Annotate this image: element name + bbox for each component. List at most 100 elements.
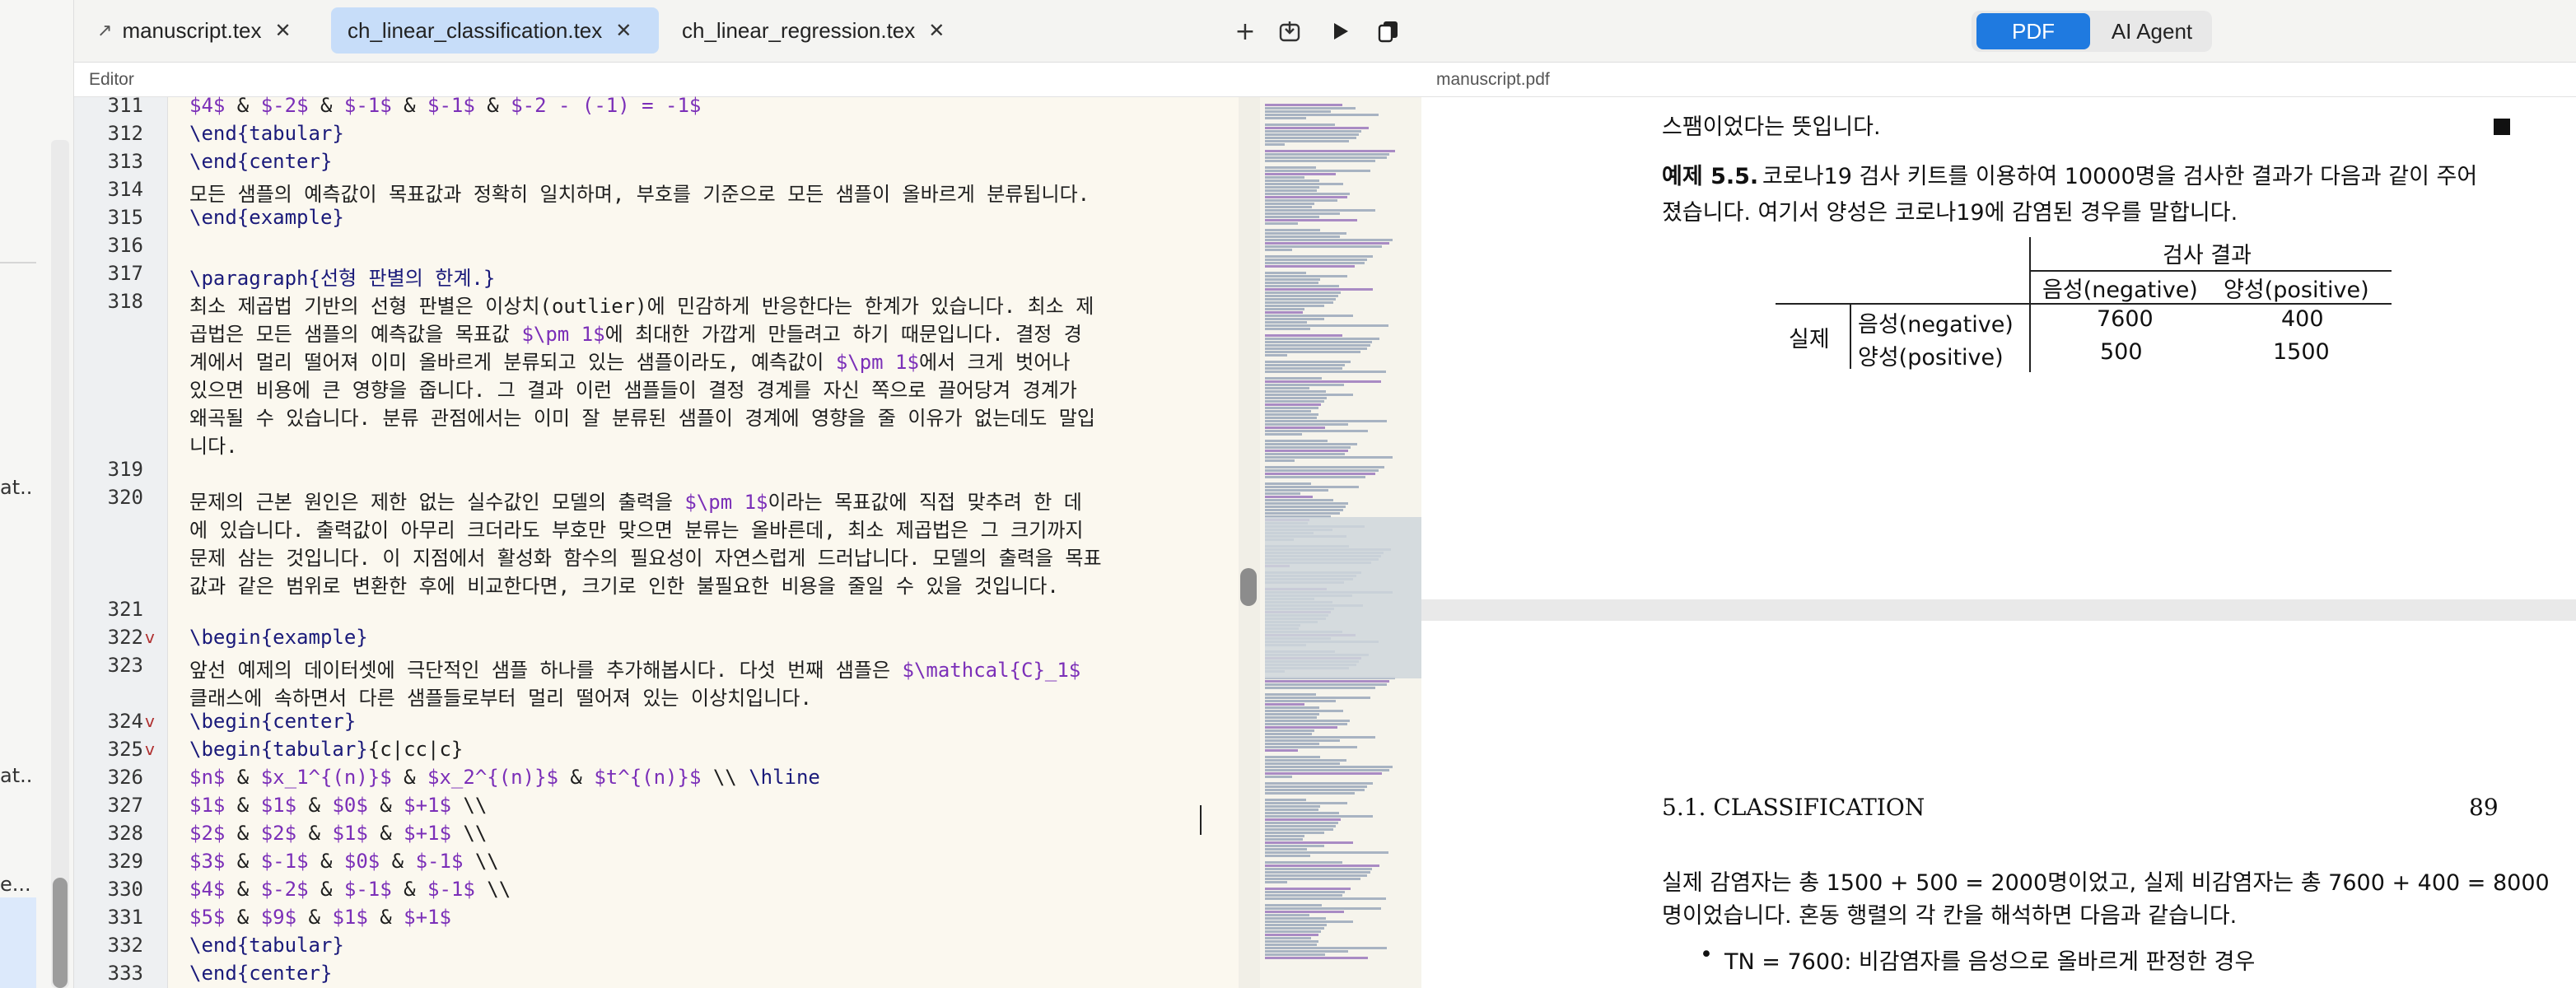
minimap-line xyxy=(1265,170,1370,172)
minimap-line xyxy=(1265,133,1360,136)
minimap-line xyxy=(1265,746,1357,748)
minimap-line xyxy=(1265,749,1299,752)
minimap-line xyxy=(1265,295,1339,297)
tab-label: manuscript.tex xyxy=(122,17,262,43)
line-number: 317 xyxy=(107,262,143,285)
sidebar-item[interactable]: at... xyxy=(0,764,33,787)
pdf-page[interactable] xyxy=(1421,621,2576,988)
minimap-line xyxy=(1265,957,1368,959)
minimap-line xyxy=(1265,743,1319,745)
minimap-viewport[interactable] xyxy=(1265,517,1421,678)
pdf-mode-button[interactable]: PDF xyxy=(1976,13,2090,49)
tab-label: ch_linear_regression.tex xyxy=(682,17,916,43)
code-line: 문제의 근본 원인은 제한 없는 실수값인 모델의 출력을 $\pm 1$이라는… xyxy=(189,491,1082,514)
close-icon[interactable]: ✕ xyxy=(275,19,292,43)
minimap-line xyxy=(1265,841,1354,844)
play-icon[interactable] xyxy=(1324,15,1357,48)
minimap-line xyxy=(1265,706,1319,709)
line-number: 316 xyxy=(107,234,143,257)
minimap-line xyxy=(1265,459,1295,462)
code-line: \end{example} xyxy=(189,206,344,229)
minimap-line xyxy=(1265,206,1313,208)
minimap-line xyxy=(1265,291,1342,294)
fold-toggle-icon[interactable]: v xyxy=(145,711,155,731)
line-number: 328 xyxy=(107,822,143,845)
pdf-text-line: 코로나19 검사 키트를 이용하여 10000명을 검사한 결과가 다음과 같이… xyxy=(1762,164,2478,189)
minimap-line xyxy=(1265,216,1319,218)
plus-icon[interactable]: + xyxy=(1229,15,1262,48)
code-line: $2$ & $2$ & $1$ & $+1$ \\ xyxy=(189,822,488,845)
fold-toggle-icon[interactable]: v xyxy=(145,739,155,759)
minimap-line xyxy=(1265,769,1390,771)
bullet-dot: • xyxy=(1700,942,1713,967)
minimap-line xyxy=(1265,838,1304,841)
editor-scrollbar[interactable] xyxy=(1239,97,1260,988)
minimap-line xyxy=(1265,397,1327,399)
minimap-line xyxy=(1265,930,1322,933)
minimap-line xyxy=(1265,802,1348,804)
tab-manuscript[interactable]: ↗ manuscript.tex ✕ xyxy=(86,7,324,54)
page-number: 89 xyxy=(2469,794,2499,821)
code-line: 있으면 비용에 큰 영향을 줍니다. 그 결과 이런 샘플들이 결정 경계를 자… xyxy=(189,379,1077,402)
minimap-line xyxy=(1265,693,1317,696)
code-line: 값과 같은 범위로 변환한 후에 비교한다면, 크기로 인한 불필요한 비용을 … xyxy=(189,575,1059,598)
editor-scrollbar-thumb[interactable] xyxy=(1240,568,1257,606)
minimap-line xyxy=(1265,878,1360,880)
text-cursor xyxy=(1200,805,1202,835)
table-cell: 400 xyxy=(2281,306,2324,332)
minimap-line xyxy=(1265,733,1313,735)
minimap-line xyxy=(1265,914,1309,916)
minimap-line xyxy=(1265,861,1342,864)
download-icon[interactable] xyxy=(1273,15,1306,48)
close-icon[interactable]: ✕ xyxy=(928,19,945,43)
minimap-line xyxy=(1265,143,1285,146)
minimap-line xyxy=(1265,440,1328,442)
table-cell: 500 xyxy=(2100,339,2143,365)
minimap-line xyxy=(1265,259,1368,261)
minimap-line xyxy=(1265,683,1387,686)
minimap-line xyxy=(1265,729,1314,732)
sidebar-scrollbar[interactable] xyxy=(51,140,69,988)
minimap-line xyxy=(1265,278,1321,281)
minimap-line xyxy=(1265,726,1337,729)
minimap-line xyxy=(1265,403,1322,406)
sidebar-item[interactable]: e... xyxy=(0,873,33,896)
minimap-line xyxy=(1265,818,1342,821)
minimap-line xyxy=(1265,249,1293,251)
editor-panel-label: Editor xyxy=(74,63,1421,97)
tab-ch-linear-regression[interactable]: ch_linear_regression.tex ✕ xyxy=(669,7,973,54)
minimap-line xyxy=(1265,160,1376,162)
minimap-line xyxy=(1265,473,1376,475)
minimap-line xyxy=(1265,825,1336,827)
sidebar-item-selected[interactable] xyxy=(0,897,36,988)
code-line: 왜곡될 수 있습니다. 분류 관점에서는 이미 잘 분류된 샘플이 경계에 영향… xyxy=(189,407,1095,430)
minimap-line xyxy=(1265,476,1365,478)
tab-ch-linear-classification[interactable]: ch_linear_classification.tex ✕ xyxy=(331,7,659,54)
pdf-text-line: TN = 7600: 비감염자를 음성으로 올바르게 판정한 경우 xyxy=(1724,949,2256,975)
minimap-line xyxy=(1265,762,1340,765)
qed-mark xyxy=(2494,119,2510,135)
copy-icon[interactable] xyxy=(1372,15,1405,48)
ai-agent-mode-button[interactable]: AI Agent xyxy=(2095,13,2209,49)
minimap-line xyxy=(1265,127,1369,129)
line-number: 320 xyxy=(107,486,143,509)
table-col-header: 양성(positive) xyxy=(2224,277,2369,303)
minimap-line xyxy=(1265,203,1314,205)
sidebar-scrollbar-thumb[interactable] xyxy=(53,878,68,988)
minimap-line xyxy=(1265,328,1310,330)
close-icon[interactable]: ✕ xyxy=(615,19,632,43)
table-cell: 1500 xyxy=(2273,339,2330,365)
line-number: 313 xyxy=(107,150,143,173)
fold-toggle-icon[interactable]: v xyxy=(145,627,155,647)
minimap-line xyxy=(1265,450,1348,452)
minimap-line xyxy=(1265,110,1332,113)
minimap-line xyxy=(1265,920,1353,923)
minimap-line xyxy=(1265,947,1387,949)
code-line: $n$ & $x_1^{(n)}$ & $x_2^{(n)}$ & $t^{(n… xyxy=(189,766,820,789)
minimap-line xyxy=(1265,209,1376,212)
minimap-line xyxy=(1265,176,1305,179)
sidebar-item[interactable]: at... xyxy=(0,476,33,499)
minimap-line xyxy=(1265,229,1321,231)
minimap-line xyxy=(1265,341,1373,343)
minimap-line xyxy=(1265,703,1305,706)
